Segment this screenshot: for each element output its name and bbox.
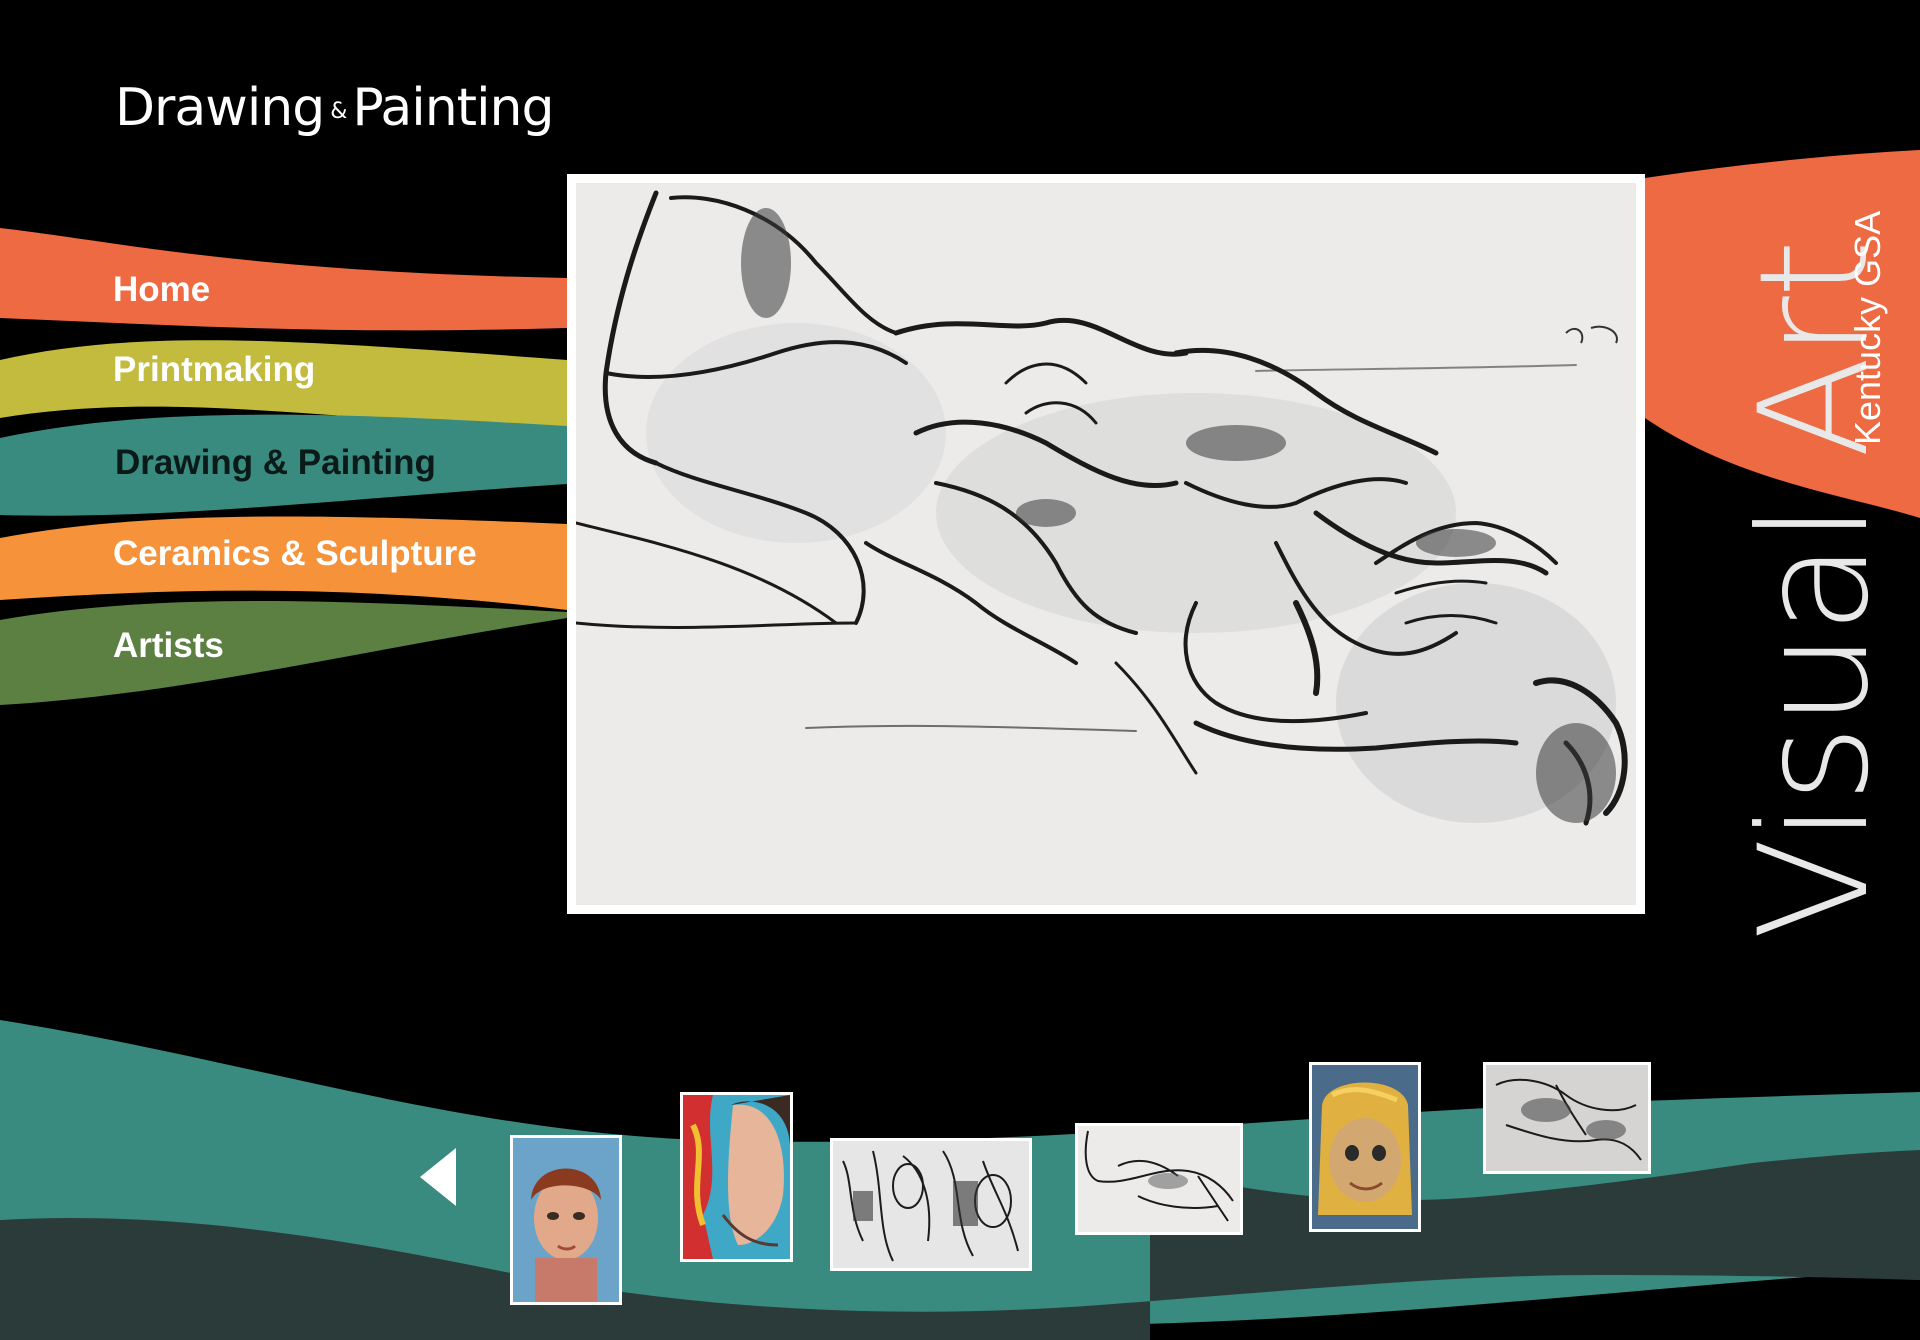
nav-item-printmaking[interactable]: Printmaking [113,350,315,390]
thumbnail-4[interactable] [1075,1123,1243,1235]
title-part-1: Drawing [115,78,325,138]
charcoal-figure-drawing [576,183,1636,905]
title-ampersand: & [330,98,347,124]
thumbnail-reclining-figure-charcoal [1078,1126,1240,1232]
left-triangle-arrow-icon [420,1148,456,1206]
thumbnail-2[interactable] [680,1092,793,1262]
gallery-prev-button[interactable] [420,1148,456,1206]
ribbon-artists [0,601,567,705]
nav-item-artists[interactable]: Artists [113,626,224,666]
nav-item-drawing-painting[interactable]: Drawing & Painting [115,443,436,483]
nav-item-ceramics-sculpture[interactable]: Ceramics & Sculpture [113,534,477,574]
thumbnail-portrait-watercolor [513,1138,619,1302]
thumbnail-3[interactable] [830,1138,1032,1271]
page-title: Drawing & Painting [115,78,554,138]
title-part-2: Painting [352,78,554,138]
thumbnail-6[interactable] [1483,1062,1651,1174]
thumbnail-1[interactable] [510,1135,622,1305]
page: Drawing & Painting Home Printmaking Drawin… [0,0,1920,1340]
nav-label-home: Home [113,270,211,309]
thumbnail-profile-colorful [683,1095,790,1259]
nav-label-drawing-painting: Drawing & Painting [115,443,436,482]
thumbnail-5[interactable] [1309,1062,1421,1232]
nav-label-printmaking: Printmaking [113,350,316,389]
thumbnail-charcoal-study-sheet [833,1141,1029,1268]
nav-label-ceramics-sculpture: Ceramics & Sculpture [113,534,477,573]
thumbnail-blonde-face-painting [1312,1065,1418,1229]
ribbon-home [0,228,567,331]
nav-item-home[interactable]: Home [113,270,210,310]
thumbnail-figure-charcoal-small [1486,1065,1648,1171]
kentucky-gsa-label: Kentucky GSA [1847,210,1888,445]
main-artwork [567,174,1645,914]
kentucky-gsa-text: Kentucky GSA [1847,210,1888,445]
nav-label-artists: Artists [113,626,224,665]
